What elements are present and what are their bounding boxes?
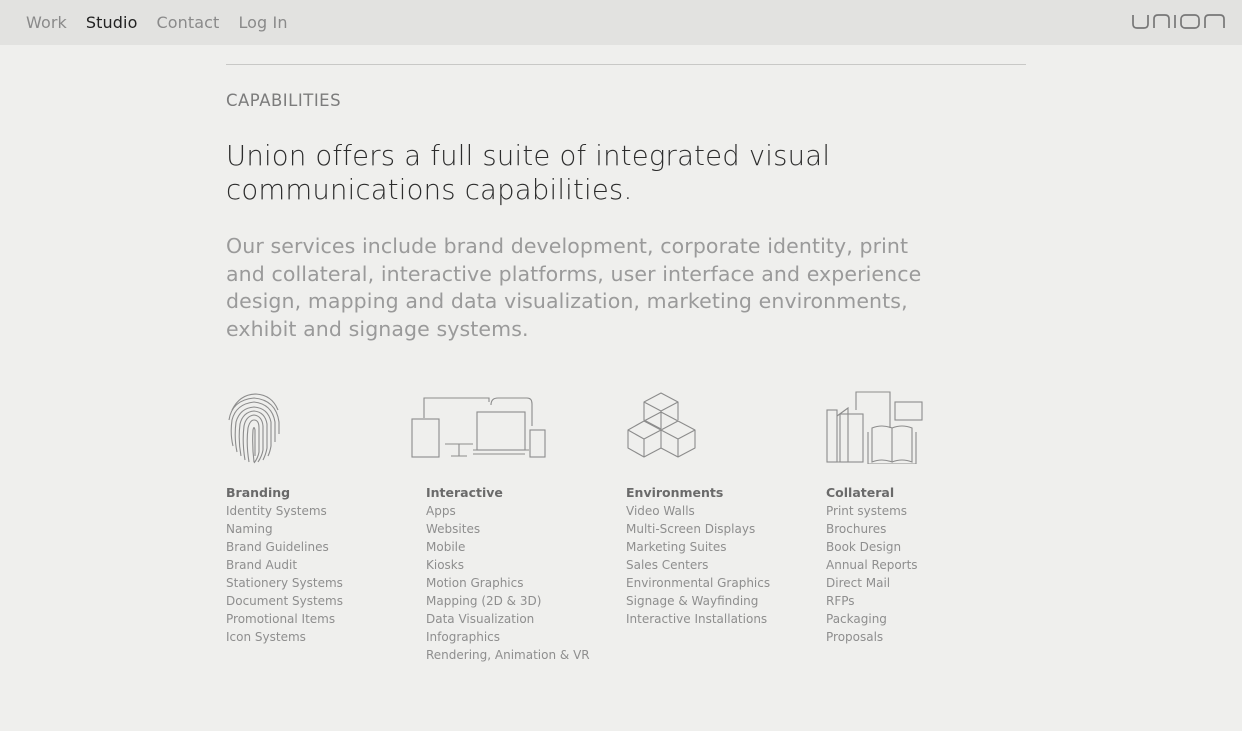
list-item: Marketing Suites [626, 540, 727, 554]
fingerprint-icon [228, 393, 280, 464]
list-item: Document Systems [226, 594, 343, 608]
union-logo[interactable] [1132, 12, 1226, 30]
list-item: Proposals [826, 630, 884, 644]
section-eyebrow: CAPABILITIES [226, 91, 342, 110]
list-item: Interactive Installations [626, 612, 768, 626]
list-item: Video Walls [626, 504, 695, 518]
capability-list: Video Walls Multi-Screen Displays Market… [626, 502, 816, 628]
list-item: Packaging [826, 612, 887, 626]
list-item: Book Design [826, 540, 902, 554]
list-item: Naming [226, 522, 273, 536]
column-title: Collateral [826, 485, 895, 500]
capability-column-collateral: Collateral Print systems Brochures Book … [826, 390, 1016, 646]
list-item: Environmental Graphics [626, 576, 771, 590]
list-item: Apps [426, 504, 456, 518]
list-item: Kiosks [426, 558, 464, 572]
list-item: RFPs [826, 594, 855, 608]
list-item: Annual Reports [826, 558, 918, 572]
list-item: Brochures [826, 522, 887, 536]
main-nav: Work Studio Contact Log In [26, 12, 307, 34]
nav-login-link[interactable]: Log In [238, 12, 287, 34]
nav-studio-link[interactable]: Studio [86, 12, 138, 34]
column-title: Branding [226, 485, 291, 500]
list-item: Mapping (2D & 3D) [426, 594, 542, 608]
devices-icon [411, 397, 546, 458]
list-item: Infographics [426, 630, 501, 644]
list-item: Stationery Systems [226, 576, 343, 590]
page-headline: Union offers a full suite of integrated … [226, 140, 831, 206]
list-item: Print systems [826, 504, 908, 518]
list-item: Identity Systems [226, 504, 327, 518]
list-item: Promotional Items [226, 612, 336, 626]
list-item: Direct Mail [826, 576, 891, 590]
print-collateral-icon [826, 391, 923, 464]
list-item: Mobile [426, 540, 466, 554]
list-item: Data Visualization [426, 612, 535, 626]
top-navigation-bar: Work Studio Contact Log In [0, 0, 1242, 45]
list-item: Brand Audit [226, 558, 298, 572]
list-item: Icon Systems [226, 630, 306, 644]
capability-column-branding: Branding Identity Systems Naming Brand G… [226, 390, 416, 646]
list-item: Signage & Wayfinding [626, 594, 759, 608]
column-title: Interactive [426, 485, 503, 500]
nav-work-link[interactable]: Work [26, 12, 67, 34]
capability-list: Print systems Brochures Book Design Annu… [826, 502, 1016, 646]
capability-column-interactive: Interactive Apps Websites Mobile Kiosks … [411, 390, 601, 664]
column-title: Environments [626, 485, 724, 500]
nav-contact-link[interactable]: Contact [156, 12, 219, 34]
list-item: Websites [426, 522, 481, 536]
page-lede: Our services include brand development, … [226, 234, 922, 341]
list-item: Motion Graphics [426, 576, 524, 590]
list-item: Rendering, Animation & VR [426, 648, 590, 662]
list-item: Multi-Screen Displays [626, 522, 756, 536]
capability-column-environments: Environments Video Walls Multi-Screen Di… [626, 390, 816, 628]
list-item: Sales Centers [626, 558, 709, 572]
section-divider [226, 64, 1026, 65]
list-item: Brand Guidelines [226, 540, 329, 554]
cubes-icon [627, 392, 696, 458]
capability-list: Apps Websites Mobile Kiosks Motion Graph… [426, 502, 601, 664]
capability-list: Identity Systems Naming Brand Guidelines… [226, 502, 416, 646]
